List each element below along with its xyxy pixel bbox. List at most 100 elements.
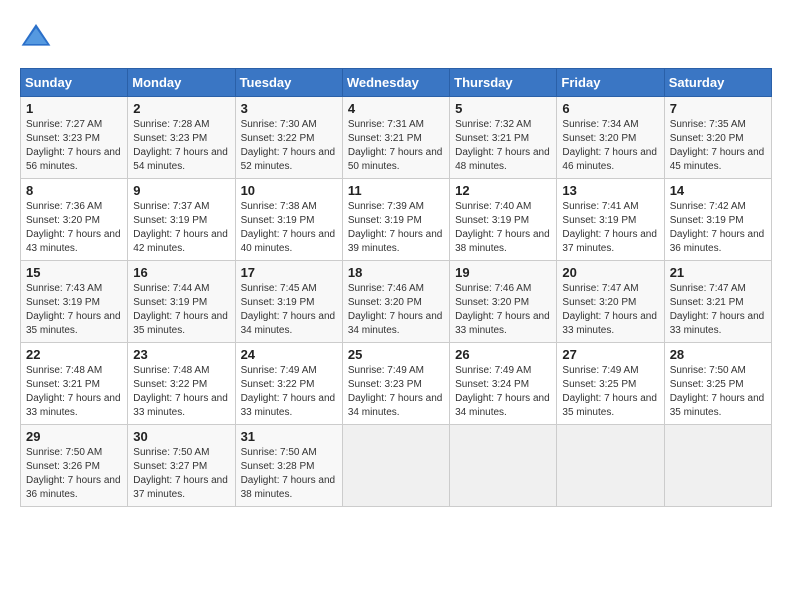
day-info: Sunrise: 7:39 AMSunset: 3:19 PMDaylight:… [348,200,444,256]
day-info: Sunrise: 7:35 AMSunset: 3:20 PMDaylight:… [670,118,766,174]
header-friday: Friday [557,69,664,97]
calendar-cell: 12 Sunrise: 7:40 AMSunset: 3:19 PMDayligh… [450,179,557,261]
day-info: Sunrise: 7:37 AMSunset: 3:19 PMDaylight:… [133,200,229,256]
calendar-cell: 30 Sunrise: 7:50 AMSunset: 3:27 PMDayligh… [128,425,235,507]
day-number: 28 [670,347,766,362]
day-info: Sunrise: 7:41 AMSunset: 3:19 PMDaylight:… [562,200,658,256]
day-info: Sunrise: 7:47 AMSunset: 3:21 PMDaylight:… [670,282,766,338]
day-info: Sunrise: 7:50 AMSunset: 3:25 PMDaylight:… [670,364,766,420]
logo [20,20,56,52]
calendar-cell: 25 Sunrise: 7:49 AMSunset: 3:23 PMDayligh… [342,343,449,425]
calendar-cell [557,425,664,507]
calendar-cell: 3 Sunrise: 7:30 AMSunset: 3:22 PMDaylight… [235,97,342,179]
calendar-cell: 24 Sunrise: 7:49 AMSunset: 3:22 PMDayligh… [235,343,342,425]
day-number: 17 [241,265,337,280]
day-number: 5 [455,101,551,116]
calendar-week-2: 8 Sunrise: 7:36 AMSunset: 3:20 PMDaylight… [21,179,772,261]
calendar-cell: 22 Sunrise: 7:48 AMSunset: 3:21 PMDayligh… [21,343,128,425]
day-info: Sunrise: 7:31 AMSunset: 3:21 PMDaylight:… [348,118,444,174]
calendar-cell [664,425,771,507]
day-info: Sunrise: 7:36 AMSunset: 3:20 PMDaylight:… [26,200,122,256]
header-saturday: Saturday [664,69,771,97]
day-info: Sunrise: 7:44 AMSunset: 3:19 PMDaylight:… [133,282,229,338]
day-number: 19 [455,265,551,280]
day-number: 30 [133,429,229,444]
day-number: 29 [26,429,122,444]
header-sunday: Sunday [21,69,128,97]
day-number: 3 [241,101,337,116]
day-number: 6 [562,101,658,116]
day-number: 14 [670,183,766,198]
header-thursday: Thursday [450,69,557,97]
day-number: 31 [241,429,337,444]
day-info: Sunrise: 7:42 AMSunset: 3:19 PMDaylight:… [670,200,766,256]
day-info: Sunrise: 7:50 AMSunset: 3:27 PMDaylight:… [133,446,229,502]
day-number: 27 [562,347,658,362]
calendar-cell: 4 Sunrise: 7:31 AMSunset: 3:21 PMDaylight… [342,97,449,179]
day-number: 24 [241,347,337,362]
calendar-cell: 9 Sunrise: 7:37 AMSunset: 3:19 PMDaylight… [128,179,235,261]
day-info: Sunrise: 7:30 AMSunset: 3:22 PMDaylight:… [241,118,337,174]
day-number: 26 [455,347,551,362]
calendar-cell: 15 Sunrise: 7:43 AMSunset: 3:19 PMDayligh… [21,261,128,343]
day-info: Sunrise: 7:49 AMSunset: 3:22 PMDaylight:… [241,364,337,420]
day-number: 25 [348,347,444,362]
day-info: Sunrise: 7:46 AMSunset: 3:20 PMDaylight:… [455,282,551,338]
day-number: 15 [26,265,122,280]
day-number: 16 [133,265,229,280]
day-number: 8 [26,183,122,198]
day-info: Sunrise: 7:27 AMSunset: 3:23 PMDaylight:… [26,118,122,174]
day-number: 13 [562,183,658,198]
day-number: 18 [348,265,444,280]
calendar-cell: 19 Sunrise: 7:46 AMSunset: 3:20 PMDayligh… [450,261,557,343]
calendar-cell: 31 Sunrise: 7:50 AMSunset: 3:28 PMDayligh… [235,425,342,507]
day-number: 2 [133,101,229,116]
day-info: Sunrise: 7:50 AMSunset: 3:26 PMDaylight:… [26,446,122,502]
calendar-cell: 2 Sunrise: 7:28 AMSunset: 3:23 PMDaylight… [128,97,235,179]
day-number: 1 [26,101,122,116]
day-info: Sunrise: 7:28 AMSunset: 3:23 PMDaylight:… [133,118,229,174]
day-number: 22 [26,347,122,362]
calendar-cell: 18 Sunrise: 7:46 AMSunset: 3:20 PMDayligh… [342,261,449,343]
page-header [20,20,772,52]
day-number: 7 [670,101,766,116]
calendar-cell [342,425,449,507]
calendar-cell: 10 Sunrise: 7:38 AMSunset: 3:19 PMDayligh… [235,179,342,261]
calendar-cell: 26 Sunrise: 7:49 AMSunset: 3:24 PMDayligh… [450,343,557,425]
calendar-cell: 1 Sunrise: 7:27 AMSunset: 3:23 PMDaylight… [21,97,128,179]
calendar-week-3: 15 Sunrise: 7:43 AMSunset: 3:19 PMDayligh… [21,261,772,343]
day-number: 23 [133,347,229,362]
calendar-cell: 14 Sunrise: 7:42 AMSunset: 3:19 PMDayligh… [664,179,771,261]
day-number: 12 [455,183,551,198]
calendar-table: SundayMondayTuesdayWednesdayThursdayFrid… [20,68,772,507]
calendar-cell: 11 Sunrise: 7:39 AMSunset: 3:19 PMDayligh… [342,179,449,261]
calendar-cell: 8 Sunrise: 7:36 AMSunset: 3:20 PMDaylight… [21,179,128,261]
day-info: Sunrise: 7:49 AMSunset: 3:25 PMDaylight:… [562,364,658,420]
day-number: 11 [348,183,444,198]
day-info: Sunrise: 7:38 AMSunset: 3:19 PMDaylight:… [241,200,337,256]
day-info: Sunrise: 7:49 AMSunset: 3:23 PMDaylight:… [348,364,444,420]
day-info: Sunrise: 7:40 AMSunset: 3:19 PMDaylight:… [455,200,551,256]
day-info: Sunrise: 7:34 AMSunset: 3:20 PMDaylight:… [562,118,658,174]
calendar-cell: 16 Sunrise: 7:44 AMSunset: 3:19 PMDayligh… [128,261,235,343]
day-info: Sunrise: 7:46 AMSunset: 3:20 PMDaylight:… [348,282,444,338]
calendar-cell: 13 Sunrise: 7:41 AMSunset: 3:19 PMDayligh… [557,179,664,261]
calendar-cell: 17Sunrise: 7:45 AMSunset: 3:19 PMDayligh… [235,261,342,343]
day-number: 4 [348,101,444,116]
day-info: Sunrise: 7:43 AMSunset: 3:19 PMDaylight:… [26,282,122,338]
day-info: Sunrise: 7:50 AMSunset: 3:28 PMDaylight:… [241,446,337,502]
calendar-week-4: 22 Sunrise: 7:48 AMSunset: 3:21 PMDayligh… [21,343,772,425]
calendar-cell: 5Sunrise: 7:32 AMSunset: 3:21 PMDaylight… [450,97,557,179]
day-info: Sunrise: 7:47 AMSunset: 3:20 PMDaylight:… [562,282,658,338]
header-wednesday: Wednesday [342,69,449,97]
calendar-cell: 20Sunrise: 7:47 AMSunset: 3:20 PMDayligh… [557,261,664,343]
calendar-cell: 29 Sunrise: 7:50 AMSunset: 3:26 PMDayligh… [21,425,128,507]
day-info: Sunrise: 7:48 AMSunset: 3:21 PMDaylight:… [26,364,122,420]
calendar-cell: 28 Sunrise: 7:50 AMSunset: 3:25 PMDayligh… [664,343,771,425]
day-number: 10 [241,183,337,198]
calendar-header-row: SundayMondayTuesdayWednesdayThursdayFrid… [21,69,772,97]
day-info: Sunrise: 7:49 AMSunset: 3:24 PMDaylight:… [455,364,551,420]
day-number: 9 [133,183,229,198]
header-monday: Monday [128,69,235,97]
calendar-cell: 21Sunrise: 7:47 AMSunset: 3:21 PMDayligh… [664,261,771,343]
